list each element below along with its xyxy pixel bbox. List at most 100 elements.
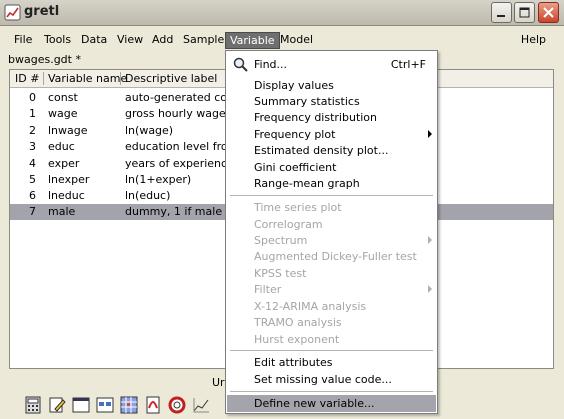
cell-name: lneduc xyxy=(48,189,85,202)
menu-item-set-missing-value-code[interactable]: Set missing value code... xyxy=(227,371,436,388)
cell-label: ln(wage) xyxy=(125,124,174,137)
menu-item-label: KPSS test xyxy=(254,267,307,280)
pdf-icon[interactable] xyxy=(144,396,162,414)
menu-item-label: Summary statistics xyxy=(254,95,360,108)
menu-item-label: Edit attributes xyxy=(254,356,333,369)
menu-item-adf-test: Augmented Dickey-Fuller test xyxy=(227,248,436,265)
cell-name: male xyxy=(48,205,76,218)
dataset-filename: bwages.gdt * xyxy=(8,53,81,66)
menu-item-x12-arima: X-12-ARIMA analysis xyxy=(227,298,436,315)
menu-item-frequency-plot[interactable]: Frequency plot xyxy=(227,126,436,143)
menu-item-tramo-analysis: TRAMO analysis xyxy=(227,314,436,331)
menu-separator xyxy=(230,195,433,196)
cell-name: educ xyxy=(48,140,75,153)
menu-model[interactable]: Model xyxy=(276,32,317,49)
session-icon[interactable] xyxy=(96,396,114,414)
menu-item-correlogram: Correlogram xyxy=(227,216,436,233)
menu-item-label: Set missing value code... xyxy=(254,373,392,386)
cell-name: const xyxy=(48,91,78,104)
menu-item-label: TRAMO analysis xyxy=(254,316,342,329)
menu-item-filter: Filter xyxy=(227,281,436,298)
menu-item-label: Augmented Dickey-Fuller test xyxy=(254,250,417,263)
title-bar: gretl xyxy=(0,0,564,26)
cell-id: 1 xyxy=(29,107,36,120)
menu-item-label: Frequency distribution xyxy=(254,111,378,124)
terminal-icon[interactable] xyxy=(72,396,90,414)
menu-separator xyxy=(230,350,433,351)
menu-bar: File Tools Data View Add Sample Variable… xyxy=(0,30,564,50)
cell-name: lnwage xyxy=(48,124,88,137)
menu-sample[interactable]: Sample xyxy=(179,32,228,49)
menu-item-define-new-variable[interactable]: Define new variable... xyxy=(227,395,436,412)
submenu-arrow-icon xyxy=(428,285,432,293)
menu-item-label: Filter xyxy=(254,283,282,296)
menu-item-label: Frequency plot xyxy=(254,128,336,141)
menu-item-gini-coefficient[interactable]: Gini coefficient xyxy=(227,159,436,176)
menu-item-find[interactable]: Find... Ctrl+F xyxy=(227,56,436,73)
menu-item-summary-statistics[interactable]: Summary statistics xyxy=(227,93,436,110)
menu-variable[interactable]: Variable xyxy=(225,32,280,49)
menu-view[interactable]: View xyxy=(113,32,147,49)
menu-item-range-mean-graph[interactable]: Range-mean graph xyxy=(227,175,436,192)
cell-id: 5 xyxy=(29,173,36,186)
cell-id: 2 xyxy=(29,124,36,137)
find-icon xyxy=(233,57,248,72)
menu-add[interactable]: Add xyxy=(148,32,177,49)
column-divider xyxy=(120,72,121,85)
menu-item-label: Gini coefficient xyxy=(254,161,337,174)
menu-item-label: Hurst exponent xyxy=(254,333,340,346)
column-header-label[interactable]: Descriptive label xyxy=(125,72,217,85)
menu-separator xyxy=(230,391,433,392)
menu-item-time-series-plot: Time series plot xyxy=(227,199,436,216)
edit-icon[interactable] xyxy=(48,396,66,414)
window-title: gretl xyxy=(24,4,60,19)
maximize-button[interactable] xyxy=(514,2,535,23)
menu-item-label: Correlogram xyxy=(254,218,323,231)
menu-file[interactable]: File xyxy=(10,32,36,49)
cell-id: 4 xyxy=(29,157,36,170)
column-header-name[interactable]: Variable name xyxy=(48,72,127,85)
cell-id: 6 xyxy=(29,189,36,202)
menu-item-label: Range-mean graph xyxy=(254,177,360,190)
menu-tools[interactable]: Tools xyxy=(40,32,75,49)
minimize-button[interactable] xyxy=(491,2,512,23)
cell-label: ln(1+exper) xyxy=(125,173,192,186)
bottom-toolbar xyxy=(20,396,230,416)
calculator-icon[interactable] xyxy=(24,396,42,414)
submenu-arrow-icon xyxy=(428,130,432,138)
gretl-app-icon xyxy=(4,4,21,21)
cell-label: years of experience xyxy=(125,157,234,170)
menu-item-label: Find... xyxy=(254,58,288,71)
graph-icon[interactable] xyxy=(192,396,210,414)
menu-item-hurst-exponent: Hurst exponent xyxy=(227,331,436,348)
menu-item-display-values[interactable]: Display values xyxy=(227,77,436,94)
menu-item-label: Display values xyxy=(254,79,334,92)
close-button[interactable] xyxy=(538,2,559,23)
cell-label: dummy, 1 if male xyxy=(125,205,223,218)
menu-item-label: Time series plot xyxy=(254,201,342,214)
menu-help[interactable]: Help xyxy=(521,33,546,46)
minimize-icon xyxy=(497,15,505,17)
cell-id: 0 xyxy=(29,91,36,104)
menu-item-estimated-density-plot[interactable]: Estimated density plot... xyxy=(227,142,436,159)
menu-item-shortcut: Ctrl+F xyxy=(390,58,426,71)
maximize-icon xyxy=(519,7,530,18)
menu-data[interactable]: Data xyxy=(77,32,111,49)
menu-item-kpss-test: KPSS test xyxy=(227,265,436,282)
menu-item-spectrum: Spectrum xyxy=(227,232,436,249)
matrix-icon[interactable] xyxy=(120,396,138,414)
cell-name: wage xyxy=(48,107,78,120)
cell-id: 3 xyxy=(29,140,36,153)
column-header-id[interactable]: ID # xyxy=(15,72,39,85)
cell-name: exper xyxy=(48,157,80,170)
column-divider xyxy=(43,72,44,85)
cell-id: 7 xyxy=(29,205,36,218)
menu-item-label: Estimated density plot... xyxy=(254,144,389,157)
menu-item-label: Spectrum xyxy=(254,234,308,247)
cell-label: ln(educ) xyxy=(125,189,171,202)
menu-item-label: X-12-ARIMA analysis xyxy=(254,300,367,313)
menu-item-edit-attributes[interactable]: Edit attributes xyxy=(227,354,436,371)
help-icon[interactable] xyxy=(168,396,186,414)
submenu-arrow-icon xyxy=(428,236,432,244)
menu-item-frequency-distribution[interactable]: Frequency distribution xyxy=(227,109,436,126)
